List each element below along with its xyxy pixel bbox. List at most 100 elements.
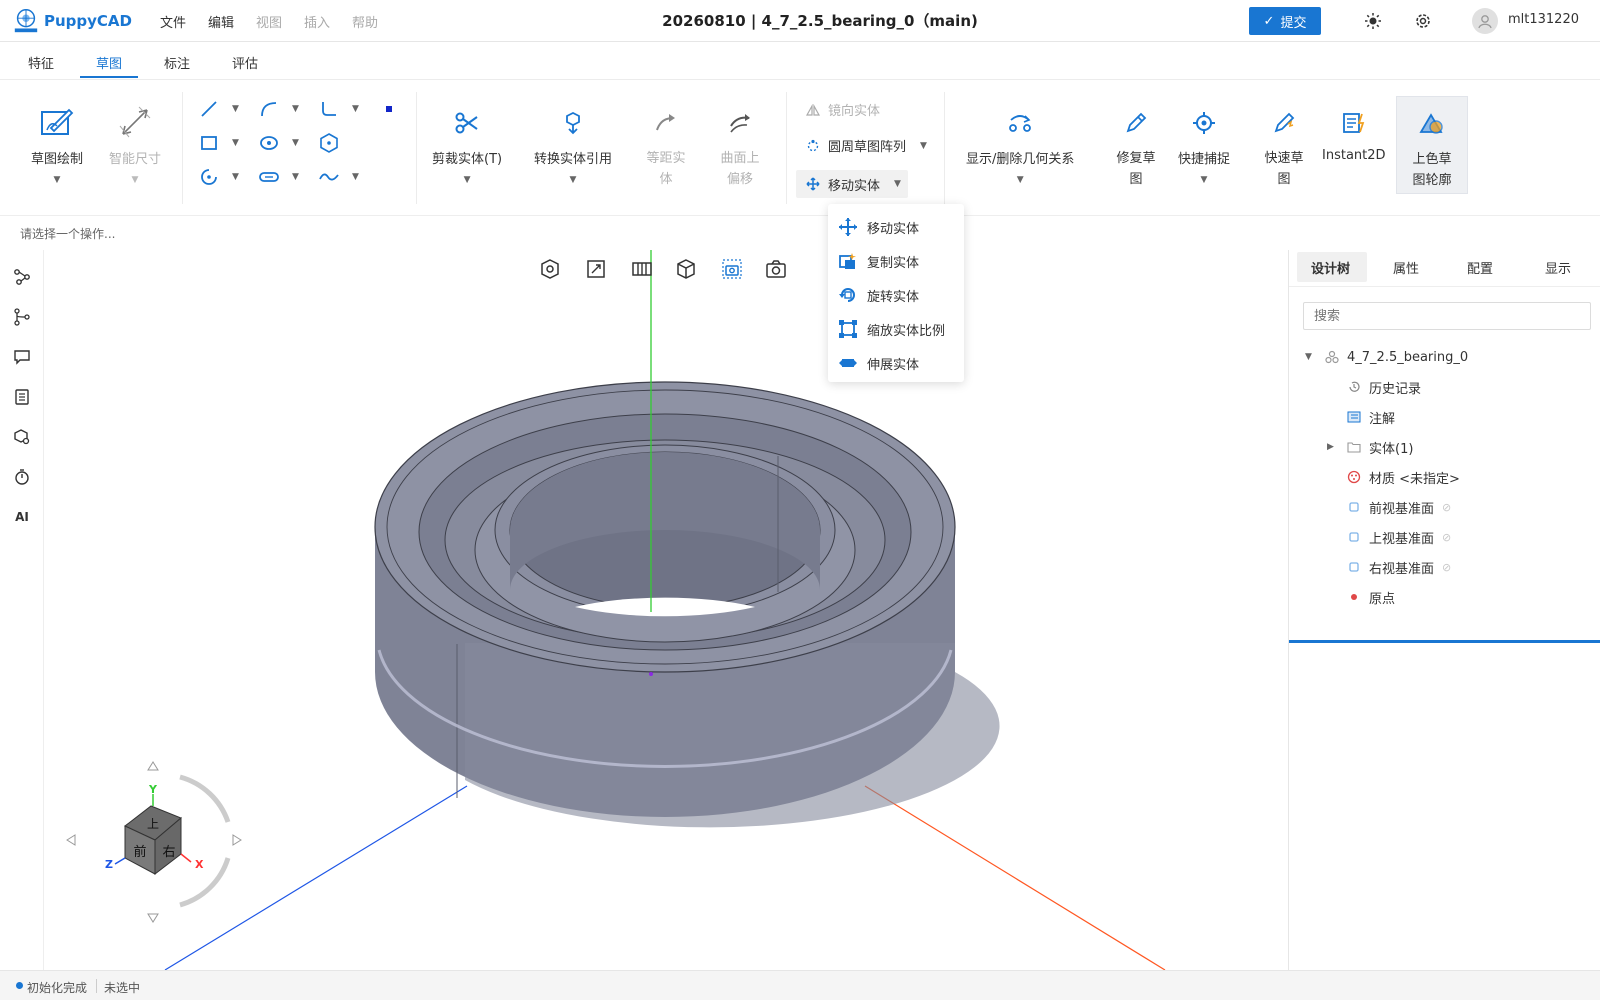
- arc-tool-icon[interactable]: [258, 98, 280, 120]
- quick-snap-button[interactable]: 快捷捕捉 ▼: [1178, 104, 1230, 185]
- surface-offset-button[interactable]: 曲面上 偏移: [714, 104, 766, 190]
- screenshot-selection-button[interactable]: [721, 258, 743, 280]
- chevron-down-icon[interactable]: ▼: [232, 138, 239, 148]
- branch-icon[interactable]: [11, 306, 33, 328]
- chevron-down-icon[interactable]: ▼: [352, 172, 359, 182]
- chevron-right-icon[interactable]: ▶: [1327, 442, 1341, 452]
- timer-icon[interactable]: [11, 466, 33, 488]
- chevron-down-icon[interactable]: ▼: [232, 104, 239, 114]
- display-style-button[interactable]: [675, 258, 697, 280]
- mirror-entities-button[interactable]: 镜向实体: [804, 100, 880, 119]
- repair-sketch-button[interactable]: 修复草 图: [1110, 104, 1162, 190]
- chevron-down-icon[interactable]: ▼: [352, 104, 359, 114]
- theme-toggle-button[interactable]: [1362, 10, 1384, 32]
- document-list-icon[interactable]: [11, 386, 33, 408]
- instant2d-button[interactable]: Instant2D: [1322, 104, 1386, 163]
- tree-item-origin[interactable]: 原点: [1305, 582, 1595, 612]
- tree-search-input[interactable]: [1303, 302, 1591, 330]
- section-view-button[interactable]: [631, 258, 653, 280]
- tree-item-history[interactable]: 历史记录: [1305, 372, 1595, 402]
- tree-item-root[interactable]: ▼ 4_7_2.5_bearing_0: [1305, 342, 1595, 372]
- tree-item-solid-bodies[interactable]: ▶ 实体(1): [1305, 432, 1595, 462]
- display-delete-relations-button[interactable]: 显示/删除几何关系 ▼: [966, 104, 1074, 185]
- point-tool-icon[interactable]: [378, 98, 400, 120]
- view-orientation-button[interactable]: [539, 258, 561, 280]
- tab-evaluate[interactable]: 评估: [232, 53, 258, 72]
- axis-z-label: Z: [105, 858, 113, 871]
- tab-features[interactable]: 特征: [28, 53, 54, 72]
- menu-insert[interactable]: 插入: [304, 12, 330, 31]
- comment-icon[interactable]: [11, 346, 33, 368]
- trim-entities-button[interactable]: 剪裁实体(T) ▼: [432, 104, 502, 185]
- chevron-down-icon[interactable]: ▼: [920, 141, 927, 151]
- chevron-down-icon[interactable]: ▼: [232, 172, 239, 182]
- tree-item-top-plane[interactable]: 上视基准面 ⊘: [1305, 522, 1595, 552]
- zoom-to-fit-button[interactable]: [585, 258, 607, 280]
- chevron-down-icon[interactable]: ▼: [1305, 352, 1319, 362]
- chevron-down-icon[interactable]: ▼: [1201, 175, 1208, 185]
- rectangle-tool-icon[interactable]: [198, 132, 220, 154]
- avatar[interactable]: [1472, 8, 1498, 34]
- chevron-down-icon[interactable]: ▼: [570, 175, 577, 185]
- chevron-down-icon[interactable]: ▼: [894, 179, 901, 189]
- username[interactable]: mlt131220: [1508, 12, 1579, 27]
- tab-properties[interactable]: 属性: [1393, 258, 1419, 277]
- dropdown-item-move-entities[interactable]: 移动实体: [828, 210, 964, 244]
- convert-entities-button[interactable]: 转换实体引用 ▼: [534, 104, 612, 185]
- menu-help[interactable]: 帮助: [352, 12, 378, 31]
- sketch-draw-label: 草图绘制: [30, 152, 83, 167]
- submit-button[interactable]: ✓ 提交: [1249, 7, 1321, 35]
- eye-slash-icon[interactable]: ⊘: [1442, 501, 1451, 514]
- menu-view[interactable]: 视图: [256, 12, 282, 31]
- eye-slash-icon[interactable]: ⊘: [1442, 561, 1451, 574]
- quick-sketch-button[interactable]: 快速草 图: [1258, 104, 1310, 190]
- fillet-tool-icon[interactable]: [318, 98, 340, 120]
- tree-item-material[interactable]: 材质 <未指定>: [1305, 462, 1595, 492]
- shaded-sketch-contours-button[interactable]: 上色草 图轮廓: [1396, 96, 1468, 194]
- circle-tool-icon[interactable]: [198, 166, 220, 188]
- chevron-down-icon[interactable]: ▼: [292, 104, 299, 114]
- dropdown-item-stretch-entities[interactable]: 伸展实体: [828, 346, 964, 380]
- tab-display[interactable]: 显示: [1545, 258, 1571, 277]
- tree-item-front-plane[interactable]: 前视基准面 ⊘: [1305, 492, 1595, 522]
- dropdown-item-copy-entities[interactable]: 复制实体: [828, 244, 964, 278]
- tab-design-tree[interactable]: 设计树: [1311, 258, 1350, 277]
- tree-item-annotation[interactable]: 注解: [1305, 402, 1595, 432]
- offset-entities-button[interactable]: 等距实 体: [640, 104, 692, 190]
- panel-splitter[interactable]: [1289, 640, 1600, 643]
- shaded-contour-icon: [1413, 105, 1451, 143]
- ai-assistant-icon[interactable]: AI: [11, 506, 33, 528]
- chevron-down-icon[interactable]: ▼: [464, 175, 471, 185]
- chevron-down-icon[interactable]: ▼: [292, 138, 299, 148]
- shaded-sketch-contours-label: 上色草 图轮廓: [1412, 152, 1452, 188]
- line-tool-icon[interactable]: [198, 98, 220, 120]
- move-entities-button[interactable]: 移动实体 ▼: [796, 170, 908, 198]
- tree-item-right-plane[interactable]: 右视基准面 ⊘: [1305, 552, 1595, 582]
- sketch-draw-button[interactable]: 草图绘制 ▼: [22, 104, 92, 185]
- spline-tool-icon[interactable]: [318, 166, 340, 188]
- dropdown-item-scale-entities[interactable]: 缩放实体比例: [828, 312, 964, 346]
- viewport-canvas[interactable]: 上 前 右 Y X Z: [45, 250, 1287, 970]
- chevron-down-icon[interactable]: ▼: [132, 175, 139, 185]
- chevron-down-icon[interactable]: ▼: [292, 172, 299, 182]
- smart-dimension-button[interactable]: 智能尺寸 ▼: [100, 104, 170, 185]
- straight-slot-tool-icon[interactable]: [258, 166, 280, 188]
- settings-button[interactable]: [1412, 10, 1434, 32]
- chevron-down-icon[interactable]: ▼: [1017, 175, 1024, 185]
- slot-tool-icon[interactable]: [258, 132, 280, 154]
- polygon-tool-icon[interactable]: [318, 132, 340, 154]
- app-logo[interactable]: PuppyCAD: [12, 6, 132, 36]
- 3d-viewport[interactable]: 上 前 右 Y X Z: [45, 250, 1287, 970]
- eye-slash-icon[interactable]: ⊘: [1442, 531, 1451, 544]
- menu-file[interactable]: 文件: [160, 12, 186, 31]
- menu-edit[interactable]: 编辑: [208, 12, 234, 31]
- chevron-down-icon[interactable]: ▼: [54, 175, 61, 185]
- tab-annotate[interactable]: 标注: [164, 53, 190, 72]
- tab-sketch[interactable]: 草图: [96, 53, 122, 72]
- screenshot-button[interactable]: [765, 258, 787, 280]
- circular-pattern-button[interactable]: 圆周草图阵列 ▼: [804, 136, 927, 155]
- dropdown-item-rotate-entities[interactable]: 旋转实体: [828, 278, 964, 312]
- tab-configuration[interactable]: 配置: [1467, 258, 1493, 277]
- sketch-tree-icon[interactable]: [11, 266, 33, 288]
- part-search-icon[interactable]: [11, 426, 33, 448]
